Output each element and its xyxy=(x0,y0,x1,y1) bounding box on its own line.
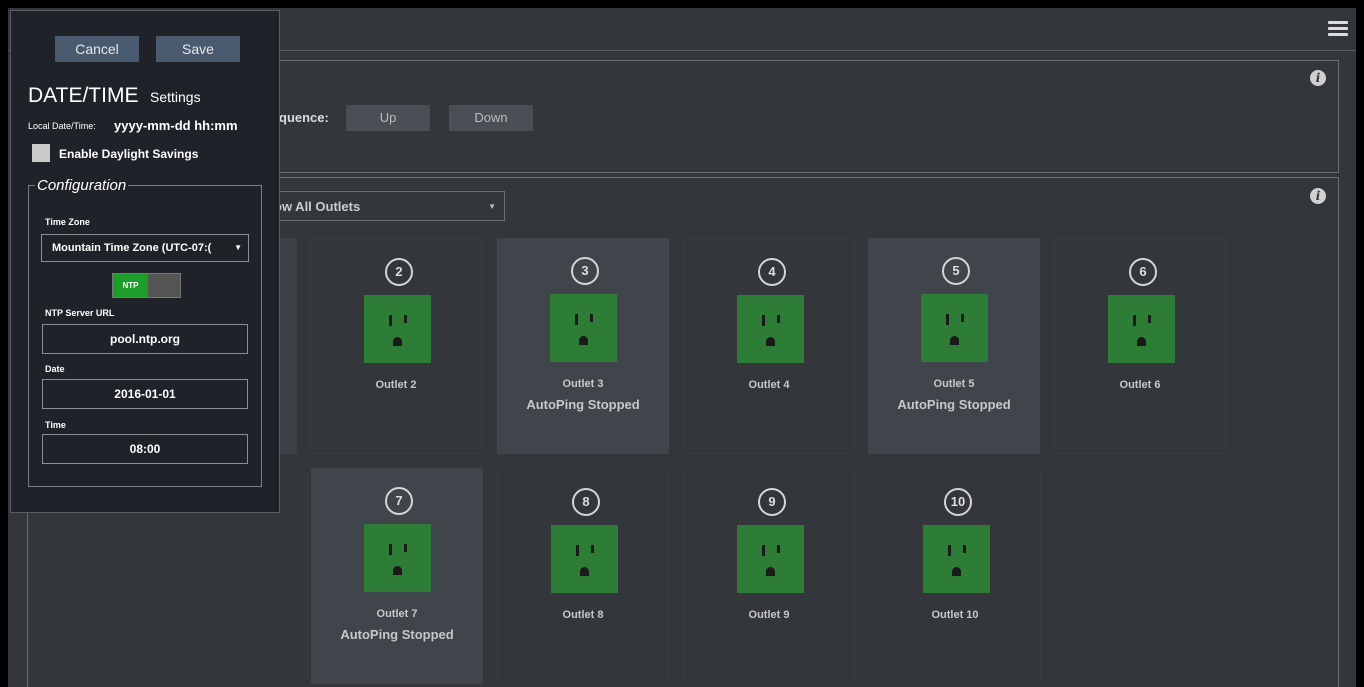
outlet-name: Outlet 6 xyxy=(1119,379,1161,391)
outlet-name: Outlet 10 xyxy=(931,609,979,621)
outlet-socket-icon[interactable] xyxy=(923,525,990,593)
outlet-number-badge: 3 xyxy=(571,257,599,285)
outlet-number-badge: 7 xyxy=(385,487,413,515)
outlet-socket-icon[interactable] xyxy=(737,295,804,363)
outlet-name: Outlet 9 xyxy=(748,609,790,621)
filter-value: ow All Outlets xyxy=(274,199,361,214)
outlet-socket-icon[interactable] xyxy=(921,294,988,362)
configuration-legend: Configuration xyxy=(37,177,127,194)
outlet-socket-icon[interactable] xyxy=(550,294,617,362)
outlet-name: Outlet 4 xyxy=(748,379,790,391)
dialog-title: DATE/TIME xyxy=(28,84,139,107)
ntp-url-label: NTP Server URL xyxy=(45,308,115,318)
outlet-card[interactable]: 3 Outlet 3 AutoPing Stopped xyxy=(497,238,669,454)
local-datetime-label: Local Date/Time: xyxy=(28,121,96,131)
outlet-number-badge: 8 xyxy=(572,488,600,516)
sequence-label: quence: xyxy=(279,110,329,125)
outlet-status: AutoPing Stopped xyxy=(340,627,454,642)
timezone-label: Time Zone xyxy=(45,217,90,227)
cancel-button[interactable]: Cancel xyxy=(55,36,139,62)
outlet-card[interactable]: 2 Outlet 2 xyxy=(310,238,482,454)
outlet-card[interactable]: 5 Outlet 5 AutoPing Stopped xyxy=(868,238,1040,454)
chevron-down-icon: ▼ xyxy=(488,202,496,211)
outlet-name: Outlet 8 xyxy=(562,609,604,621)
timezone-value: Mountain Time Zone (UTC-07:( xyxy=(52,242,212,254)
outlet-status: AutoPing Stopped xyxy=(526,397,640,412)
sequence-up-button[interactable]: Up xyxy=(346,105,430,131)
dialog-subtitle: Settings xyxy=(150,89,201,105)
info-icon[interactable]: i xyxy=(1310,70,1326,86)
sequence-down-button[interactable]: Down xyxy=(449,105,533,131)
timezone-select[interactable]: Mountain Time Zone (UTC-07:( ▼ xyxy=(41,234,249,262)
date-label: Date xyxy=(45,364,65,374)
outlet-number-badge: 10 xyxy=(944,488,972,516)
outlet-number-badge: 6 xyxy=(1129,258,1157,286)
outlet-card[interactable]: 6 Outlet 6 xyxy=(1054,238,1226,454)
outlet-number-badge: 9 xyxy=(758,488,786,516)
outlet-card[interactable]: 9 Outlet 9 xyxy=(683,468,855,684)
daylight-savings-label: Enable Daylight Savings xyxy=(59,147,199,161)
outlet-socket-icon[interactable] xyxy=(364,295,431,363)
outlet-card[interactable]: 4 Outlet 4 xyxy=(683,238,855,454)
outlet-socket-icon[interactable] xyxy=(551,525,618,593)
outlet-number-badge: 2 xyxy=(385,258,413,286)
time-label: Time xyxy=(45,420,66,430)
chevron-down-icon: ▼ xyxy=(231,235,242,261)
outlet-filter-select[interactable]: ow All Outlets ▼ xyxy=(271,191,505,221)
local-datetime-value: yyyy-mm-dd hh:mm xyxy=(114,118,238,133)
outlet-socket-icon[interactable] xyxy=(364,524,431,592)
outlet-status: AutoPing Stopped xyxy=(897,397,1011,412)
hamburger-menu-icon[interactable] xyxy=(1328,21,1348,37)
outlet-number-badge: 4 xyxy=(758,258,786,286)
outlet-card[interactable]: 10 Outlet 10 xyxy=(869,468,1041,684)
outlet-name: Outlet 7 xyxy=(376,608,418,620)
datetime-settings-dialog: Cancel Save DATE/TIME Settings Local Dat… xyxy=(10,10,280,513)
outlet-card[interactable]: 7 Outlet 7 AutoPing Stopped xyxy=(311,468,483,684)
outlet-card[interactable]: 8 Outlet 8 xyxy=(497,468,669,684)
ntp-toggle[interactable]: NTP xyxy=(112,273,181,298)
outlet-number-badge: 5 xyxy=(942,257,970,285)
ntp-toggle-label: NTP xyxy=(113,274,148,297)
info-icon[interactable]: i xyxy=(1310,188,1326,204)
date-input[interactable] xyxy=(42,379,248,409)
outlet-name: Outlet 2 xyxy=(375,379,417,391)
save-button[interactable]: Save xyxy=(156,36,240,62)
time-input[interactable] xyxy=(42,434,248,464)
outlet-name: Outlet 3 xyxy=(562,378,604,390)
outlet-socket-icon[interactable] xyxy=(1108,295,1175,363)
ntp-url-input[interactable] xyxy=(42,324,248,354)
outlet-socket-icon[interactable] xyxy=(737,525,804,593)
daylight-savings-checkbox[interactable] xyxy=(32,144,50,162)
outlet-name: Outlet 5 xyxy=(933,378,975,390)
